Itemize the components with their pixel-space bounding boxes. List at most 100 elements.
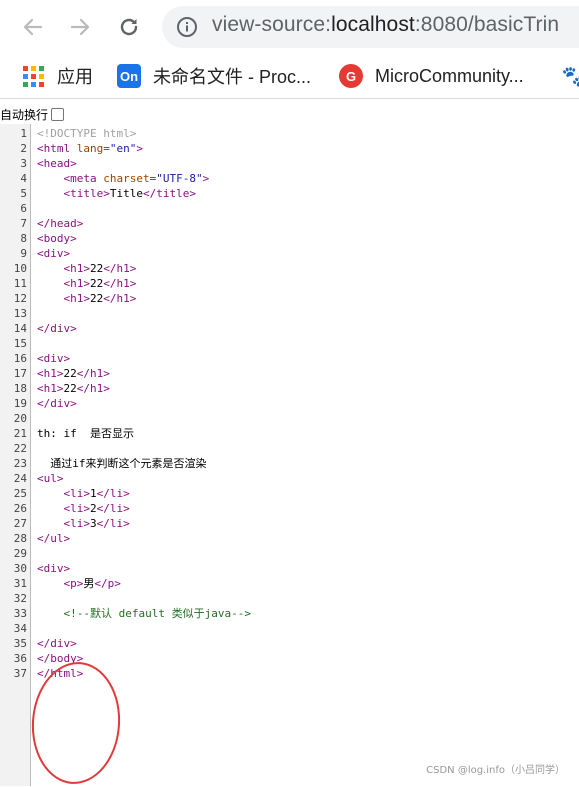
- line-code: </head>: [37, 216, 83, 231]
- code-token: <h1>: [37, 382, 64, 395]
- line-number: 14: [13, 322, 27, 335]
- code-token: <html: [37, 142, 77, 155]
- code-token: Title: [109, 187, 143, 200]
- source-line: 26 <li>2</li>: [0, 501, 579, 516]
- code-token: <div>: [37, 352, 71, 365]
- source-line: 6: [0, 201, 579, 216]
- line-number: 5: [20, 187, 27, 200]
- browser-toolbar: view-source:localhost:8080/basicTrin: [0, 0, 579, 55]
- source-line: 21 th: if 是否显示: [0, 426, 579, 441]
- bookmark-baidu[interactable]: 🐾: [562, 63, 579, 89]
- code-token: <!--默认 default 类似于java-->: [63, 607, 251, 620]
- source-line: 17 <h1>22</h1>: [0, 366, 579, 381]
- on-icon: On: [117, 64, 141, 88]
- url-host: localhost: [331, 13, 415, 36]
- code-token: <li>: [63, 487, 91, 500]
- code-token: </li>: [96, 517, 130, 530]
- line-code: <div>: [37, 246, 70, 261]
- source-line: 1 <!DOCTYPE html>: [0, 126, 579, 141]
- source-line: 2 <html lang="en">: [0, 141, 579, 156]
- code-token: charset: [103, 172, 150, 185]
- line-code: </div>: [37, 321, 77, 336]
- source-line: 11 <h1>22</h1>: [0, 276, 579, 291]
- line-wrap-label: 自动换行: [0, 107, 49, 122]
- code-token: >: [136, 142, 143, 155]
- source-line: 29: [0, 546, 579, 561]
- source-line: 22: [0, 441, 579, 456]
- code-token: </div>: [37, 397, 77, 410]
- code-token: </div>: [37, 637, 77, 650]
- line-code: <h1>22</h1>: [37, 276, 137, 291]
- line-code: 通过if来判断这个元素是否渲染: [37, 456, 207, 471]
- bookmark-microcommunity[interactable]: G MicroCommunity...: [339, 63, 524, 89]
- source-line: 5 <title>Title</title>: [0, 186, 579, 201]
- line-number: 31: [13, 577, 27, 590]
- line-number: 15: [13, 337, 27, 350]
- source-line: 7 </head>: [0, 216, 579, 231]
- code-token: </h1>: [103, 292, 137, 305]
- code-token: <h1>: [63, 277, 91, 290]
- line-number: 3: [20, 157, 27, 170]
- code-token: <body>: [37, 232, 77, 245]
- line-number: 37: [13, 667, 27, 680]
- line-code: <head>: [37, 156, 77, 171]
- line-code: <ul>: [37, 471, 64, 486]
- code-token: <meta: [63, 172, 104, 185]
- source-line: 30 <div>: [0, 561, 579, 576]
- code-token: </h1>: [76, 367, 110, 380]
- code-token: lang: [76, 142, 104, 155]
- code-token: <h1>: [63, 292, 91, 305]
- address-bar[interactable]: view-source:localhost:8080/basicTrin: [162, 6, 579, 48]
- code-token: <p>: [63, 577, 84, 590]
- code-token: </li>: [96, 502, 130, 515]
- line-wrap-checkbox[interactable]: [51, 107, 65, 121]
- line-code: </ul>: [37, 531, 70, 546]
- reload-button[interactable]: [112, 10, 146, 44]
- line-code: <p>男</p>: [37, 576, 121, 591]
- line-number: 13: [13, 307, 27, 320]
- bookmark-on[interactable]: On 未命名文件 - Proc...: [117, 63, 311, 89]
- line-number: 35: [13, 637, 27, 650]
- line-number: 30: [13, 562, 27, 575]
- line-number: 20: [13, 412, 27, 425]
- code-token: 22: [63, 382, 77, 395]
- source-line: 24 <ul>: [0, 471, 579, 486]
- code-token: 1: [90, 487, 97, 500]
- code-token: </head>: [37, 217, 84, 230]
- code-token: "en": [109, 142, 137, 155]
- code-token: </h1>: [103, 277, 137, 290]
- line-number: 27: [13, 517, 27, 530]
- code-token: =: [103, 142, 110, 155]
- code-token: </div>: [37, 322, 77, 335]
- apps-grid-icon: [21, 64, 45, 88]
- code-token: >: [202, 172, 210, 185]
- code-token: <div>: [37, 247, 71, 260]
- line-number: 4: [20, 172, 27, 185]
- reload-icon: [120, 18, 138, 36]
- back-button[interactable]: [16, 10, 50, 44]
- line-code: <h1>22</h1>: [37, 291, 137, 306]
- code-token: <h1>: [63, 262, 91, 275]
- line-code: <li>3</li>: [37, 516, 130, 531]
- code-token: 通过if来判断这个元素是否渲染: [37, 457, 207, 470]
- baidu-paw-icon: 🐾: [562, 64, 579, 88]
- bookmark-apps[interactable]: 应用: [21, 63, 93, 89]
- info-icon[interactable]: [176, 16, 198, 38]
- code-token: <div>: [37, 562, 71, 575]
- source-line: 15: [0, 336, 579, 351]
- source-line: 35 </div>: [0, 636, 579, 651]
- line-number: 9: [20, 247, 27, 260]
- forward-button[interactable]: [63, 10, 97, 44]
- line-number: 19: [13, 397, 27, 410]
- line-number: 17: [13, 367, 27, 380]
- line-number: 33: [13, 607, 27, 620]
- source-line: 19 </div>: [0, 396, 579, 411]
